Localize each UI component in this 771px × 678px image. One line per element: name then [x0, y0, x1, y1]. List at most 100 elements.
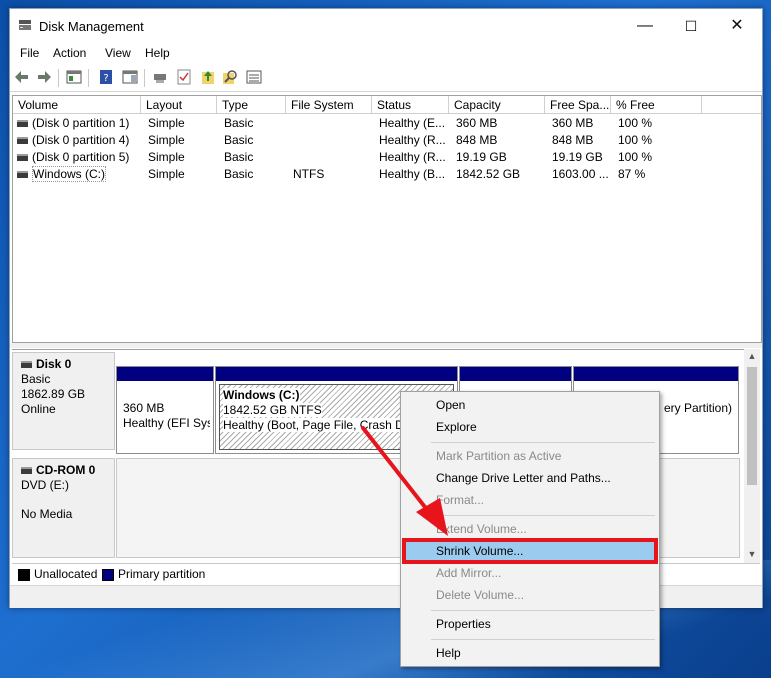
menu-separator: [431, 639, 655, 640]
context-menu: Open Explore Mark Partition as Active Ch…: [400, 391, 660, 667]
help-icon[interactable]: ?: [98, 69, 114, 85]
cell-percent-free: 87 %: [618, 167, 646, 181]
column-header-type[interactable]: Type: [217, 96, 286, 114]
cell-file-system: NTFS: [293, 167, 325, 181]
cell-percent-free: 100 %: [618, 133, 653, 147]
console-tree-icon[interactable]: [66, 69, 82, 85]
cell-type: Basic: [224, 116, 254, 130]
legend-primary: Primary partition: [118, 567, 206, 581]
cdrom-0-label[interactable]: CD-ROM 0 DVD (E:) No Media: [12, 458, 115, 558]
table-row-selected[interactable]: Windows (C:) Simple Basic NTFS Healthy (…: [13, 166, 761, 183]
cell-capacity: 360 MB: [456, 116, 498, 130]
drive-icon: [17, 171, 28, 179]
highlight-box: [402, 538, 658, 564]
disk-map-scrollbar[interactable]: ▲ ▼: [744, 349, 760, 563]
export-up-icon[interactable]: [200, 69, 216, 85]
menu-item-change-drive-letter[interactable]: Change Drive Letter and Paths...: [403, 467, 657, 489]
cdrom-icon: [21, 467, 32, 475]
search-icon[interactable]: [222, 69, 238, 85]
cell-capacity: 1842.52 GB: [456, 167, 521, 181]
cell-status: Healthy (R...: [379, 150, 446, 164]
menu-item-mark-active[interactable]: Mark Partition as Active: [403, 445, 657, 467]
cell-percent-free: 100 %: [618, 116, 653, 130]
cell-percent-free: 100 %: [618, 150, 653, 164]
title-bar: Disk Management — ☐ ✕: [10, 9, 762, 43]
primary-partition-swatch: [102, 569, 114, 581]
cell-layout: Simple: [148, 150, 185, 164]
cell-volume: (Disk 0 partition 1): [32, 116, 130, 130]
column-header-capacity[interactable]: Capacity: [449, 96, 545, 114]
maximize-button[interactable]: ☐: [668, 9, 714, 43]
cell-layout: Simple: [148, 167, 185, 181]
cell-volume: Windows (C:): [32, 166, 107, 182]
table-row[interactable]: (Disk 0 partition 4) Simple Basic Health…: [13, 132, 761, 149]
list-view-icon[interactable]: [246, 69, 262, 85]
table-row[interactable]: (Disk 0 partition 1) Simple Basic Health…: [13, 115, 761, 132]
legend-unallocated: Unallocated: [34, 567, 98, 581]
checklist-icon[interactable]: [176, 69, 192, 85]
menu-action[interactable]: Action: [53, 46, 86, 60]
partition-windows-status: Healthy (Boot, Page File, Crash Du: [223, 418, 411, 432]
cell-layout: Simple: [148, 133, 185, 147]
menu-view[interactable]: View: [105, 46, 131, 60]
cdrom-state: No Media: [21, 507, 73, 521]
primary-partition-bar: [216, 367, 457, 381]
column-header-file-system[interactable]: File System: [286, 96, 372, 114]
primary-partition-bar: [574, 367, 738, 381]
close-button[interactable]: ✕: [714, 9, 760, 43]
menu-item-extend-volume[interactable]: Extend Volume...: [403, 518, 657, 540]
minimize-button[interactable]: —: [622, 9, 668, 43]
menu-help[interactable]: Help: [145, 46, 170, 60]
cell-file-system: [293, 132, 371, 149]
partition-windows-name: Windows (C:): [223, 388, 300, 403]
disk-0-state: Online: [21, 402, 56, 416]
partition-efi[interactable]: 360 MB Healthy (EFI Sys: [116, 366, 214, 454]
forward-arrow-icon[interactable]: [36, 69, 52, 85]
cell-file-system: [293, 115, 371, 132]
connect-icon[interactable]: [152, 69, 168, 85]
cell-status: Healthy (E...: [379, 116, 446, 130]
menu-item-add-mirror[interactable]: Add Mirror...: [403, 562, 657, 584]
column-header-layout[interactable]: Layout: [141, 96, 217, 114]
toolbar-separator: [144, 69, 145, 87]
cdrom-kind: DVD (E:): [21, 478, 69, 492]
disk-icon: [21, 361, 32, 369]
properties-pane-icon[interactable]: [122, 69, 138, 85]
menu-separator: [431, 610, 655, 611]
cell-free-space: 848 MB: [552, 133, 594, 147]
cell-capacity: 19.19 GB: [456, 150, 507, 164]
disk-management-app-icon: [19, 20, 31, 30]
column-header-blank: [702, 96, 761, 114]
menu-item-format[interactable]: Format...: [403, 489, 657, 511]
menu-item-help[interactable]: Help: [403, 642, 657, 664]
back-arrow-icon[interactable]: [14, 69, 30, 85]
menu-item-properties[interactable]: Properties: [403, 613, 657, 635]
primary-partition-bar: [460, 367, 571, 381]
menu-bar: File Action View Help: [10, 43, 762, 63]
column-header-volume[interactable]: Volume: [13, 96, 141, 114]
menu-separator: [431, 515, 655, 516]
cell-file-system: [293, 149, 371, 166]
column-header-free-space[interactable]: Free Spa...: [545, 96, 611, 114]
toolbar: ?: [10, 65, 762, 92]
menu-item-explore[interactable]: Explore: [403, 416, 657, 438]
table-row[interactable]: (Disk 0 partition 5) Simple Basic Health…: [13, 149, 761, 166]
cdrom-name: CD-ROM 0: [36, 463, 96, 477]
disk-0-label[interactable]: Disk 0 Basic 1862.89 GB Online: [12, 352, 115, 450]
toolbar-separator: [58, 69, 59, 87]
column-header-percent-free[interactable]: % Free: [611, 96, 702, 114]
column-header-status[interactable]: Status: [372, 96, 449, 114]
svg-text:?: ?: [103, 73, 108, 84]
partition-windows-size: 1842.52 GB NTFS: [223, 403, 322, 417]
menu-item-open[interactable]: Open: [403, 394, 657, 416]
cell-type: Basic: [224, 150, 254, 164]
toolbar-separator: [88, 69, 89, 87]
scroll-down-icon[interactable]: ▼: [746, 549, 758, 559]
primary-partition-bar: [117, 367, 213, 381]
pane-splitter[interactable]: [10, 343, 762, 348]
menu-file[interactable]: File: [20, 46, 39, 60]
window-title: Disk Management: [39, 19, 144, 34]
scrollbar-thumb[interactable]: [747, 367, 757, 485]
menu-item-delete-volume[interactable]: Delete Volume...: [403, 584, 657, 606]
scroll-up-icon[interactable]: ▲: [746, 351, 758, 361]
